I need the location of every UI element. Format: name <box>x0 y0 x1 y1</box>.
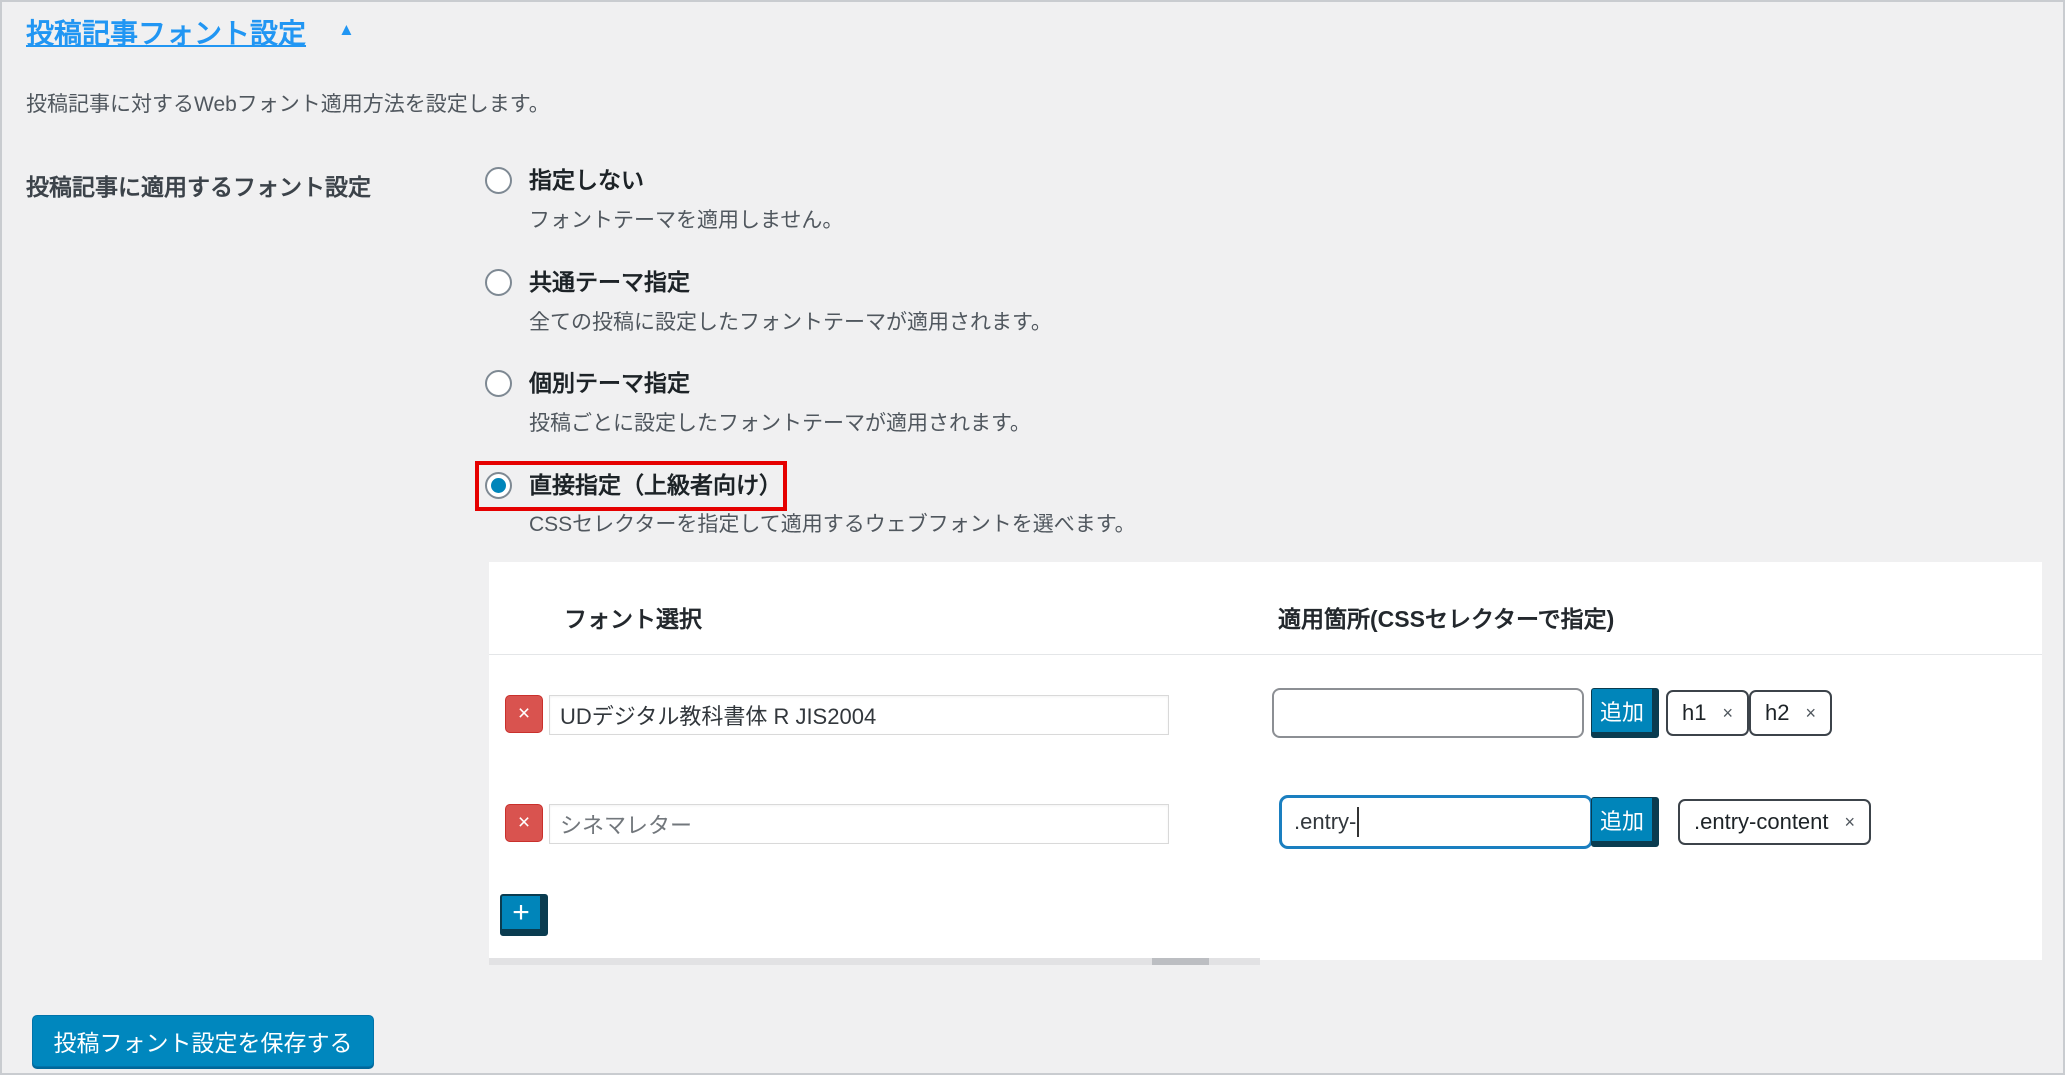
collapse-arrow-icon[interactable]: ▲ <box>338 20 355 40</box>
save-settings-button[interactable]: 投稿フォント設定を保存する <box>32 1015 374 1067</box>
radio-desc-direct-css: CSSセレクターを指定して適用するウェブフォントを選べます。 <box>529 512 1136 538</box>
add-row-button[interactable]: + <box>500 894 548 936</box>
radio-label-individual-theme[interactable]: 個別テーマ指定 <box>529 369 690 397</box>
text-cursor <box>1357 807 1359 837</box>
column-header-font: フォント選択 <box>564 600 702 634</box>
radio-no-font[interactable] <box>485 167 512 194</box>
remove-row-button[interactable]: × <box>505 695 543 733</box>
column-header-selector: 適用箇所(CSSセレクターで指定) <box>1278 600 1614 634</box>
settings-page: 投稿記事フォント設定 ▲ 投稿記事に対するWebフォント適用方法を設定します。 … <box>0 0 2065 1075</box>
tag-remove-icon[interactable]: × <box>1722 703 1733 724</box>
selector-tag: .entry-content × <box>1678 799 1871 845</box>
tag-remove-icon[interactable]: × <box>1805 703 1816 724</box>
radio-label-common-theme[interactable]: 共通テーマ指定 <box>529 268 690 296</box>
section-title-link[interactable]: 投稿記事フォント設定 <box>26 12 306 52</box>
section-description: 投稿記事に対するWebフォント適用方法を設定します。 <box>26 88 550 118</box>
selector-tag-text: .entry-content <box>1694 809 1829 835</box>
horizontal-scrollbar-track <box>489 958 1260 965</box>
add-selector-button[interactable]: 追加 <box>1591 797 1659 847</box>
horizontal-scrollbar-thumb[interactable] <box>1152 958 1209 965</box>
selector-tag-text: h2 <box>1765 700 1789 726</box>
header-divider <box>489 654 2042 655</box>
radio-desc-no-font: フォントテーマを適用しません。 <box>529 208 843 234</box>
font-name-input[interactable] <box>549 695 1169 735</box>
radio-desc-individual-theme: 投稿ごとに設定したフォントテーマが適用されます。 <box>529 411 1031 437</box>
selector-tag-text: h1 <box>1682 700 1706 726</box>
red-highlight-annotation <box>475 461 787 511</box>
selector-tag: h1 × <box>1666 690 1749 736</box>
font-name-input[interactable] <box>549 804 1169 844</box>
font-selector-table: フォント選択 適用箇所(CSSセレクターで指定) × 追加 h1 × h2 × … <box>489 562 2042 960</box>
css-selector-input-focused[interactable]: .entry- <box>1279 795 1593 849</box>
radio-label-no-font[interactable]: 指定しない <box>529 166 644 194</box>
css-selector-input[interactable] <box>1272 688 1584 738</box>
radio-common-theme[interactable] <box>485 269 512 296</box>
add-selector-button[interactable]: 追加 <box>1591 688 1659 738</box>
css-selector-input-value: .entry- <box>1294 809 1356 835</box>
setting-row-label: 投稿記事に適用するフォント設定 <box>26 168 371 202</box>
radio-desc-common-theme: 全ての投稿に設定したフォントテーマが適用されます。 <box>529 310 1052 336</box>
remove-row-button[interactable]: × <box>505 804 543 842</box>
tag-remove-icon[interactable]: × <box>1845 812 1856 833</box>
selector-tag: h2 × <box>1749 690 1832 736</box>
radio-individual-theme[interactable] <box>485 370 512 397</box>
